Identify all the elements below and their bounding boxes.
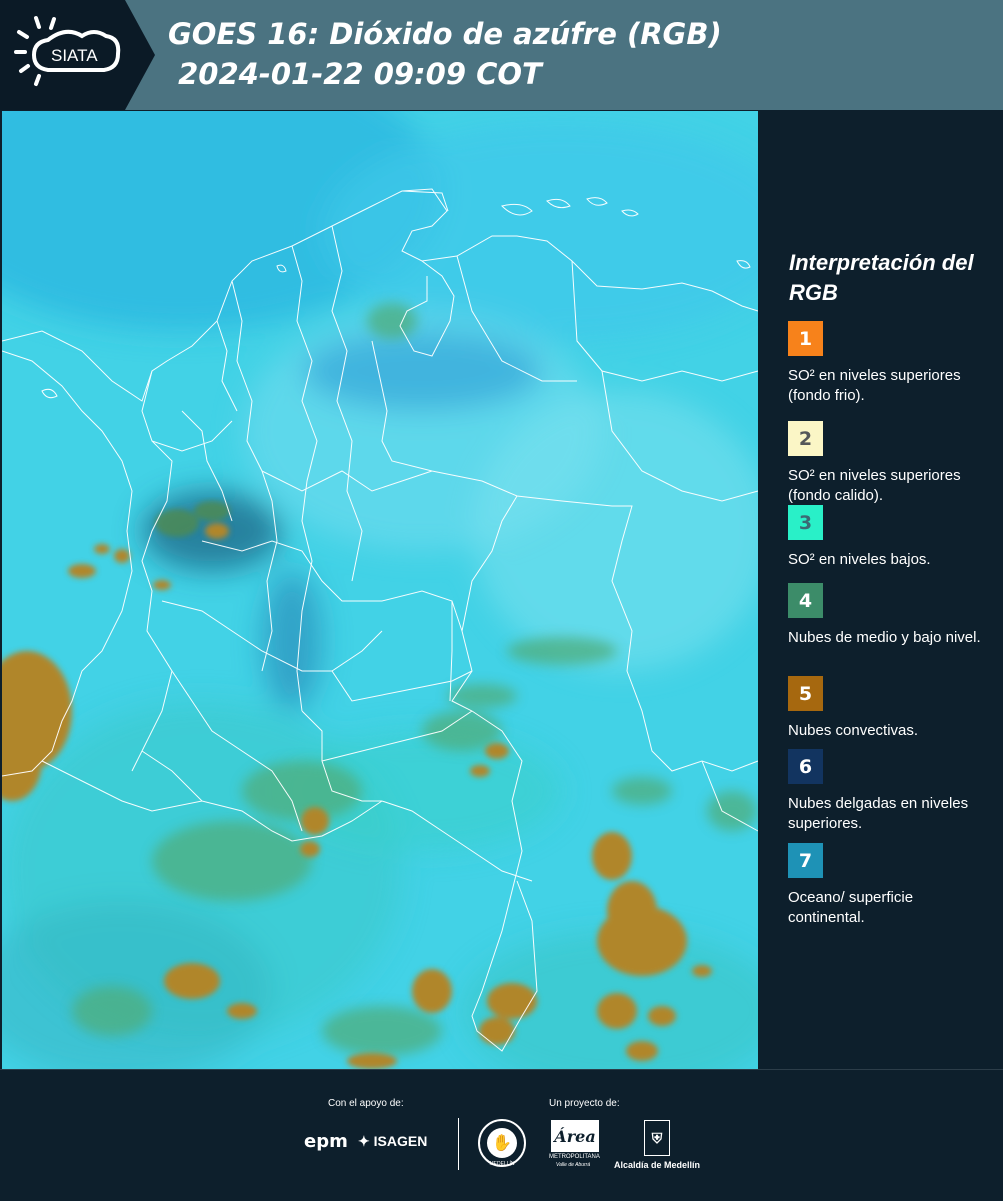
alcaldia-shield-icon: ⛨ — [644, 1120, 670, 1156]
legend-item-4: 4 Nubes de medio y bajo nivel. — [788, 583, 993, 648]
legend-item-1: 1 SO² en niveles superiores (fondo frio). — [788, 321, 993, 406]
seal-icon: ✋ — [487, 1128, 517, 1158]
legend-title: Interpretación del RGB — [789, 250, 974, 305]
area-sub-1: METROPOLITANA — [549, 1154, 600, 1160]
isagen-text: ISAGEN — [373, 1133, 428, 1149]
svg-text:SIATA: SIATA — [51, 46, 98, 65]
medellin-seal-logo: ✋ — [478, 1119, 526, 1167]
footer: Con el apoyo de: Un proyecto de: epm ✦ I… — [0, 1069, 1003, 1201]
legend-swatch: 3 — [788, 505, 823, 540]
legend-swatch: 5 — [788, 676, 823, 711]
isagen-icon: ✦ — [358, 1133, 370, 1149]
legend-swatch: 2 — [788, 421, 823, 456]
legend-label: Nubes delgadas en niveles superiores. — [788, 795, 969, 832]
footer-divider — [458, 1118, 459, 1170]
legend-label: SO² en niveles bajos. — [788, 551, 931, 568]
legend-label: Nubes de medio y bajo nivel. — [788, 629, 981, 646]
legend-swatch: 1 — [788, 321, 823, 356]
isagen-logo: ✦ ISAGEN — [358, 1133, 427, 1150]
legend-swatch: 6 — [788, 749, 823, 784]
support-label: Con el apoyo de: — [328, 1098, 404, 1109]
legend-panel: Interpretación del RGB 1 SO² en niveles s… — [760, 111, 1003, 1069]
legend-swatch: 7 — [788, 843, 823, 878]
satellite-image — [2, 111, 758, 1069]
legend-label: Oceano/ superficie continental. — [788, 889, 914, 926]
legend-item-5: 5 Nubes convectivas. — [788, 676, 993, 741]
satellite-map — [2, 111, 758, 1069]
legend-label: Nubes convectivas. — [788, 722, 919, 739]
project-label: Un proyecto de: — [549, 1098, 620, 1109]
page-title: GOES 16: Dióxido de azúfre (RGB) 2024-01… — [168, 17, 722, 91]
header-bar: SIATA GOES 16: Dióxido de azúfre (RGB) 2… — [0, 0, 1003, 110]
legend-item-2: 2 SO² en niveles superiores (fondo calido… — [788, 421, 993, 506]
area-sub-2: Valle de Aburrá — [556, 1162, 591, 1168]
legend-swatch: 4 — [788, 583, 823, 618]
legend-label: SO² en niveles superiores (fondo calido)… — [788, 467, 961, 504]
area-metropolitana-logo: Área — [551, 1120, 599, 1152]
legend-item-7: 7 Oceano/ superficie continental. — [788, 843, 993, 928]
siata-logo: SIATA — [0, 0, 155, 110]
legend-item-6: 6 Nubes delgadas en niveles superiores. — [788, 749, 993, 834]
epm-logo: epm — [304, 1131, 348, 1152]
legend-label: SO² en niveles superiores (fondo frio). — [788, 367, 961, 404]
legend-item-3: 3 SO² en niveles bajos. — [788, 505, 993, 570]
seal-caption: MEDELLÍN — [489, 1161, 515, 1167]
alcaldia-text: Alcaldía de Medellín — [614, 1160, 701, 1170]
sun-cloud-icon: SIATA — [14, 16, 121, 86]
